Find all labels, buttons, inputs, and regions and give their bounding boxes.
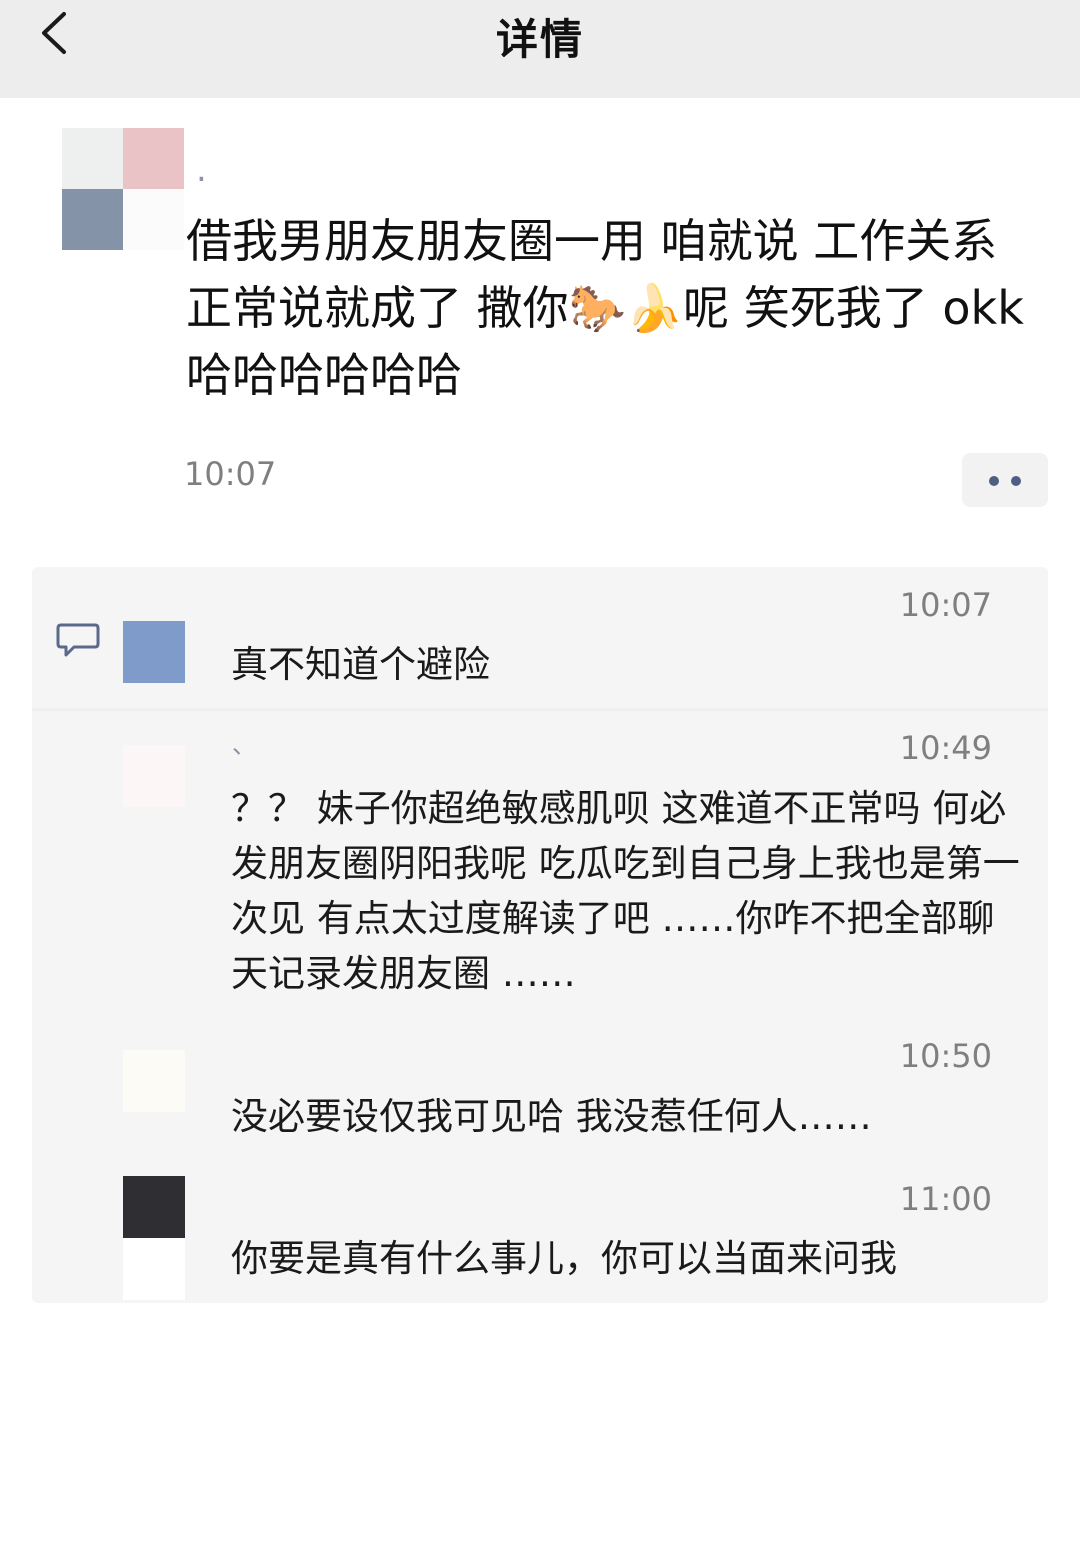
- comment-time: 10:07: [899, 586, 992, 624]
- comment-text: ？？ 妹子你超绝敏感肌呗 这难道不正常吗 何必发朋友圈阴阳我呢 吃瓜吃到自己身上…: [231, 787, 1020, 995]
- post-author-name[interactable]: .: [196, 150, 209, 190]
- comment-divider: [32, 708, 1048, 711]
- post-time: 10:07: [184, 455, 277, 493]
- nav-bar: 详情: [0, 0, 1080, 98]
- comment-time: 10:50: [899, 1037, 992, 1075]
- comment-text: 真不知道个避险: [231, 643, 490, 686]
- page-title: 详情: [495, 15, 584, 64]
- comment-author[interactable]: 、: [232, 725, 256, 760]
- post-author-avatar[interactable]: [62, 128, 185, 251]
- comment-time: 10:49: [899, 729, 992, 767]
- comment-avatar-lower: [123, 1238, 185, 1300]
- comment-bubble-icon: [56, 623, 100, 657]
- post-text: 借我男朋友朋友圈一用 咱就说 工作关系正常说就成了 撒你🐎🍌呢 笑死我了 okk…: [186, 214, 1024, 402]
- comment-avatar[interactable]: [123, 1050, 185, 1112]
- comment-time: 11:00: [899, 1180, 992, 1218]
- more-dots-icon: [989, 476, 999, 486]
- comment-text: 你要是真有什么事儿，你可以当面来问我: [231, 1237, 897, 1280]
- comment-avatar[interactable]: [123, 1176, 185, 1238]
- comment-avatar[interactable]: [123, 621, 185, 683]
- comment-text: 没必要设仅我可见哈 我没惹任何人……: [231, 1095, 872, 1138]
- comment-avatar[interactable]: [123, 745, 185, 807]
- more-dots-icon-dot: [1011, 476, 1021, 486]
- more-actions-button[interactable]: [962, 453, 1048, 507]
